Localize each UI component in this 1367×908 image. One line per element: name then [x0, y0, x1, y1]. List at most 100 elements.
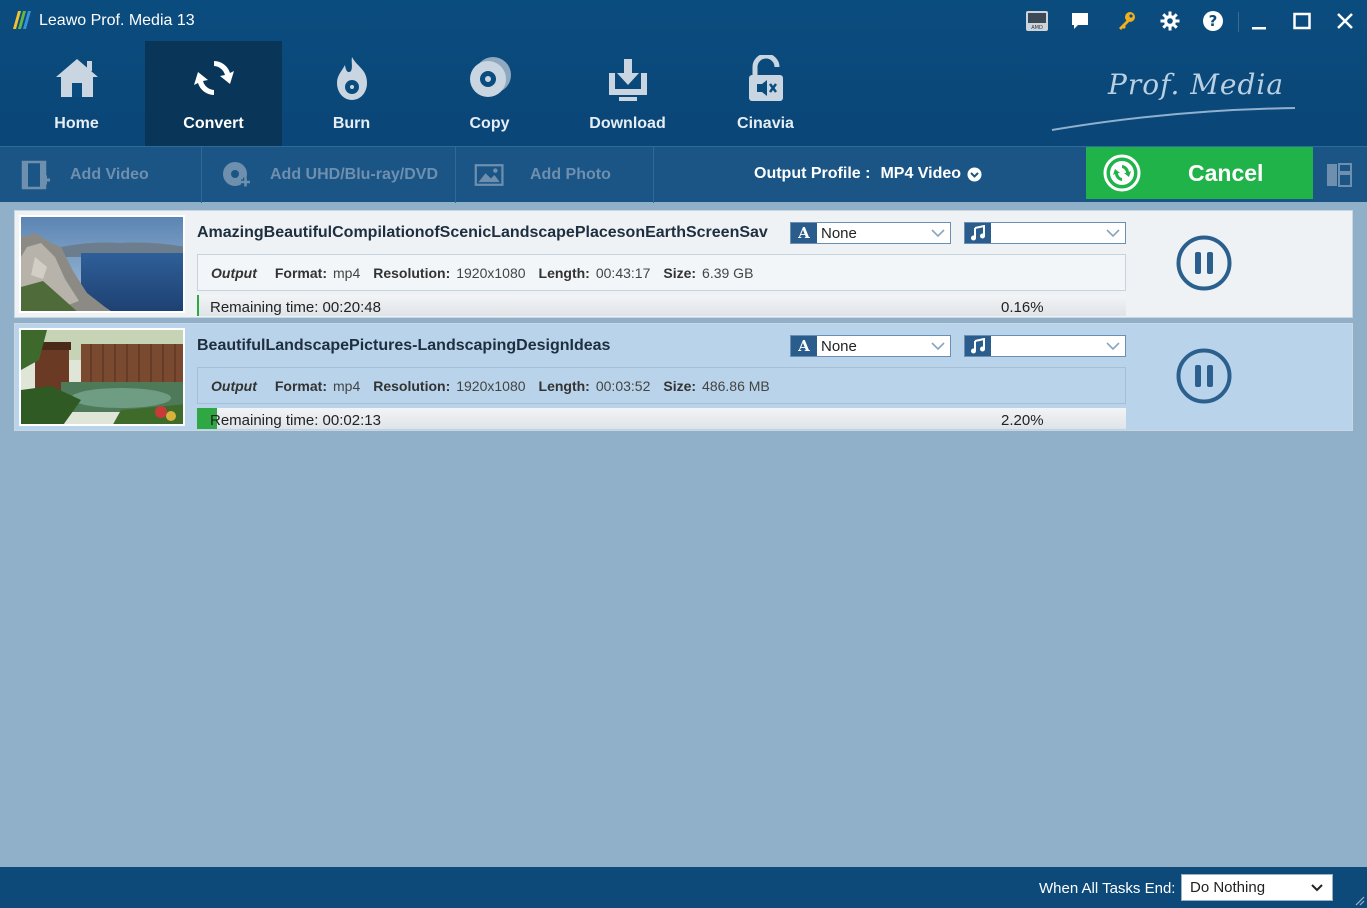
- output-label: Output: [211, 264, 257, 281]
- add-photo-icon: [474, 159, 506, 191]
- audio-icon: [965, 336, 991, 356]
- burn-icon: [336, 57, 367, 100]
- format-value: mp4: [333, 377, 361, 394]
- task-row[interactable]: BeautifulLandscapePictures-LandscapingDe…: [14, 323, 1353, 431]
- nav-convert[interactable]: Convert: [145, 41, 282, 146]
- format-label: Format:: [274, 264, 327, 281]
- cancel-convert-icon: [1103, 154, 1141, 192]
- resolution-label: Resolution:: [373, 377, 451, 394]
- resize-grip-icon[interactable]: [1353, 894, 1365, 906]
- chevron-down-icon: [926, 228, 950, 238]
- cancel-label: Cancel: [1188, 159, 1264, 186]
- register-key-icon[interactable]: [1114, 8, 1140, 34]
- panel-toggle-icon[interactable]: [1325, 160, 1353, 188]
- nav-burn[interactable]: Burn: [283, 41, 420, 146]
- toolbar-separator: [201, 147, 202, 203]
- nav-download[interactable]: Download: [559, 41, 696, 146]
- size-value: 6.39 GB: [702, 264, 754, 281]
- add-disc-button[interactable]: Add UHD/Blu-ray/DVD: [220, 147, 438, 203]
- download-icon: [608, 59, 647, 101]
- subtitle-select[interactable]: A None: [790, 335, 951, 357]
- resolution-value: 1920x1080: [456, 377, 526, 394]
- app-logo-icon: [13, 11, 31, 29]
- nav-label: Home: [54, 115, 99, 132]
- nav-label: Burn: [332, 115, 371, 132]
- progress-bar: Remaining time: 00:20:48 0.16%: [197, 295, 1126, 316]
- resolution-label: Resolution:: [373, 264, 451, 281]
- subtitle-icon: A: [791, 336, 817, 356]
- add-disc-label: Add UHD/Blu-ray/DVD: [270, 166, 439, 183]
- size-label: Size:: [663, 377, 697, 394]
- feedback-icon[interactable]: [1067, 8, 1093, 34]
- nav-label: Cinavia: [737, 115, 794, 132]
- output-profile-selector[interactable]: Output Profile : MP4 Video: [754, 165, 982, 183]
- add-photo-button[interactable]: Add Photo: [474, 147, 611, 203]
- copy-icon: [469, 57, 511, 97]
- file-name: AmazingBeautifulCompilationofScenicLands…: [197, 224, 768, 241]
- nav-label: Copy: [469, 115, 510, 132]
- nav-cinavia[interactable]: Cinavia: [697, 41, 834, 146]
- remaining-time: Remaining time: 00:02:13: [210, 412, 381, 429]
- cancel-button[interactable]: Cancel: [1086, 147, 1313, 199]
- svg-text:?: ?: [1209, 12, 1218, 30]
- cinavia-icon: [748, 55, 783, 101]
- chevron-down-icon: [926, 341, 950, 351]
- length-value: 00:03:52: [595, 377, 651, 394]
- nav-home[interactable]: Home: [8, 41, 145, 146]
- video-thumbnail: [19, 328, 185, 426]
- audio-track-select[interactable]: [964, 222, 1126, 244]
- minimize-icon[interactable]: [1246, 8, 1272, 34]
- chevron-down-icon: [967, 167, 982, 181]
- video-thumbnail: [19, 215, 185, 313]
- chevron-down-icon: [1101, 228, 1125, 238]
- subtitle-select[interactable]: A None: [790, 222, 951, 244]
- add-video-icon: [20, 159, 52, 191]
- subtitle-value: None: [821, 337, 857, 355]
- title-bar: Leawo Prof. Media 13 AMD ?: [0, 0, 1367, 42]
- format-value: mp4: [333, 264, 361, 281]
- length-label: Length:: [538, 377, 590, 394]
- format-label: Format:: [274, 377, 327, 394]
- resolution-value: 1920x1080: [456, 264, 526, 281]
- add-video-button[interactable]: Add Video: [20, 147, 149, 203]
- when-tasks-end-select[interactable]: Do Nothing: [1181, 874, 1333, 901]
- length-value: 00:43:17: [595, 264, 651, 281]
- output-profile-value: MP4 Video: [880, 165, 962, 182]
- close-icon[interactable]: [1332, 8, 1358, 34]
- header: Leawo Prof. Media 13 AMD ? Home Convert …: [0, 0, 1367, 146]
- size-label: Size:: [663, 264, 697, 281]
- brand-logo: Prof. Media: [1050, 60, 1300, 135]
- progress-bar: Remaining time: 00:02:13 2.20%: [197, 408, 1126, 429]
- amd-icon[interactable]: AMD: [1024, 8, 1050, 34]
- convert-icon: [193, 61, 234, 95]
- output-profile-label: Output Profile :: [754, 165, 871, 182]
- nav-copy[interactable]: Copy: [421, 41, 558, 146]
- svg-text:AMD: AMD: [1031, 25, 1043, 31]
- output-label: Output: [211, 377, 257, 394]
- pause-icon[interactable]: [1176, 235, 1232, 291]
- audio-track-select[interactable]: [964, 335, 1126, 357]
- settings-icon[interactable]: [1157, 8, 1183, 34]
- home-icon: [55, 59, 98, 97]
- file-name: BeautifulLandscapePictures-LandscapingDe…: [197, 337, 611, 354]
- audio-icon: [965, 223, 991, 243]
- progress-percent: 2.20%: [1001, 412, 1044, 429]
- chevron-down-icon: [1302, 883, 1332, 893]
- maximize-icon[interactable]: [1289, 8, 1315, 34]
- remaining-time: Remaining time: 00:20:48: [210, 299, 381, 316]
- output-info: Output Format: mp4 Resolution: 1920x1080…: [197, 254, 1126, 291]
- subtitle-icon: A: [791, 223, 817, 243]
- brand-text: Prof. Media: [1108, 68, 1285, 101]
- help-icon[interactable]: ?: [1200, 8, 1226, 34]
- toolbar-separator: [653, 147, 654, 203]
- nav-label: Convert: [183, 115, 244, 132]
- progress-fill: [197, 295, 199, 316]
- add-disc-icon: [220, 159, 252, 191]
- pause-icon[interactable]: [1176, 348, 1232, 404]
- length-label: Length:: [538, 264, 590, 281]
- output-info: Output Format: mp4 Resolution: 1920x1080…: [197, 367, 1126, 404]
- chevron-down-icon: [1101, 341, 1125, 351]
- size-value: 486.86 MB: [702, 377, 770, 394]
- nav-label: Download: [589, 115, 666, 132]
- task-row[interactable]: AmazingBeautifulCompilationofScenicLands…: [14, 210, 1353, 318]
